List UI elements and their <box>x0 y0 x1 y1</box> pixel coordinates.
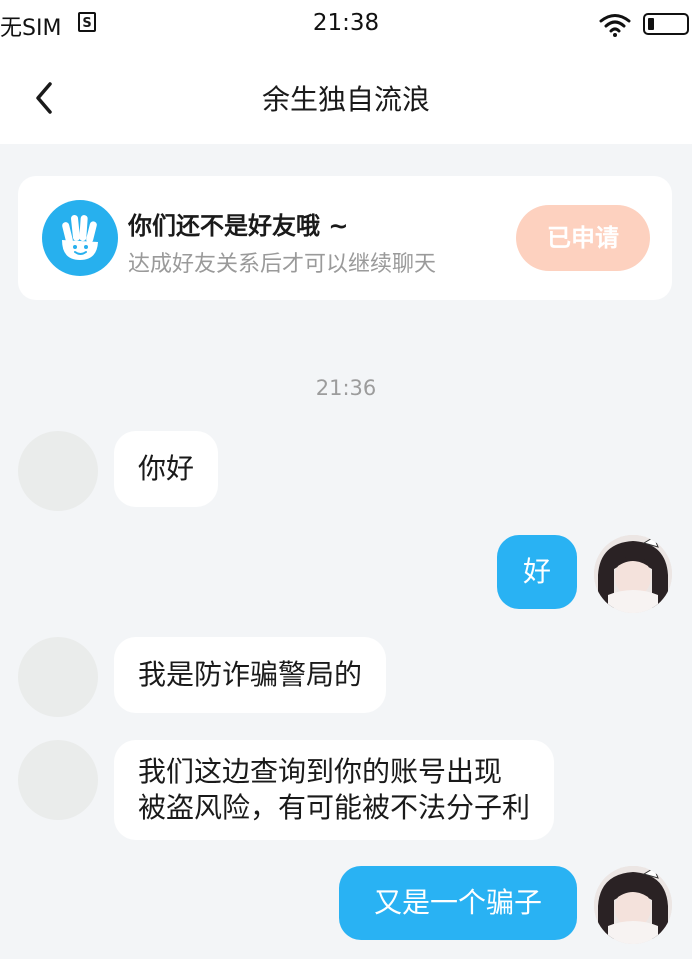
status-time: 21:38 <box>312 10 380 36</box>
message-text-line: 被盗风险，有可能被不法分子利 <box>138 791 531 824</box>
message-text: 你好 <box>138 452 195 485</box>
message-text: 好 <box>522 555 551 588</box>
message-text: 我是防诈骗警局的 <box>138 658 363 691</box>
message-text-line: 我们这边查询到你的账号出现 <box>138 755 503 788</box>
incoming-message-bubble[interactable]: 我是防诈骗警局的 <box>114 637 387 713</box>
friend-notice-title: 你们还不是好友哦 ~ <box>128 212 349 240</box>
contact-avatar[interactable] <box>18 637 98 717</box>
status-bar: 无SIM S 21:38 <box>0 0 692 52</box>
chat-title: 余生独自流浪 <box>261 83 430 116</box>
user-avatar[interactable] <box>594 866 672 944</box>
incoming-message-bubble[interactable]: 你好 <box>114 431 219 507</box>
outgoing-message-bubble[interactable]: 又是一个骗子 <box>339 866 577 940</box>
message-text: 又是一个骗子 <box>373 886 542 919</box>
incoming-message-bubble[interactable]: 我们这边查询到你的账号出现 被盗风险，有可能被不法分子利 <box>114 740 555 840</box>
wave-hand-icon <box>42 200 118 276</box>
wifi-icon <box>599 14 631 37</box>
friend-request-card: 你们还不是好友哦 ~ 达成好友关系后才可以继续聊天 已申请 <box>18 176 672 300</box>
contact-avatar[interactable] <box>18 740 98 820</box>
user-avatar[interactable] <box>594 535 672 613</box>
chat-timestamp: 21:36 <box>315 376 377 400</box>
contact-avatar[interactable] <box>18 431 98 511</box>
chat-header: 余生独自流浪 <box>0 52 692 144</box>
applied-button[interactable]: 已申请 <box>516 205 650 271</box>
outgoing-message-bubble[interactable]: 好 <box>497 535 577 609</box>
battery-icon <box>643 13 689 35</box>
friend-notice-subtitle: 达成好友关系后才可以继续聊天 <box>128 252 437 277</box>
